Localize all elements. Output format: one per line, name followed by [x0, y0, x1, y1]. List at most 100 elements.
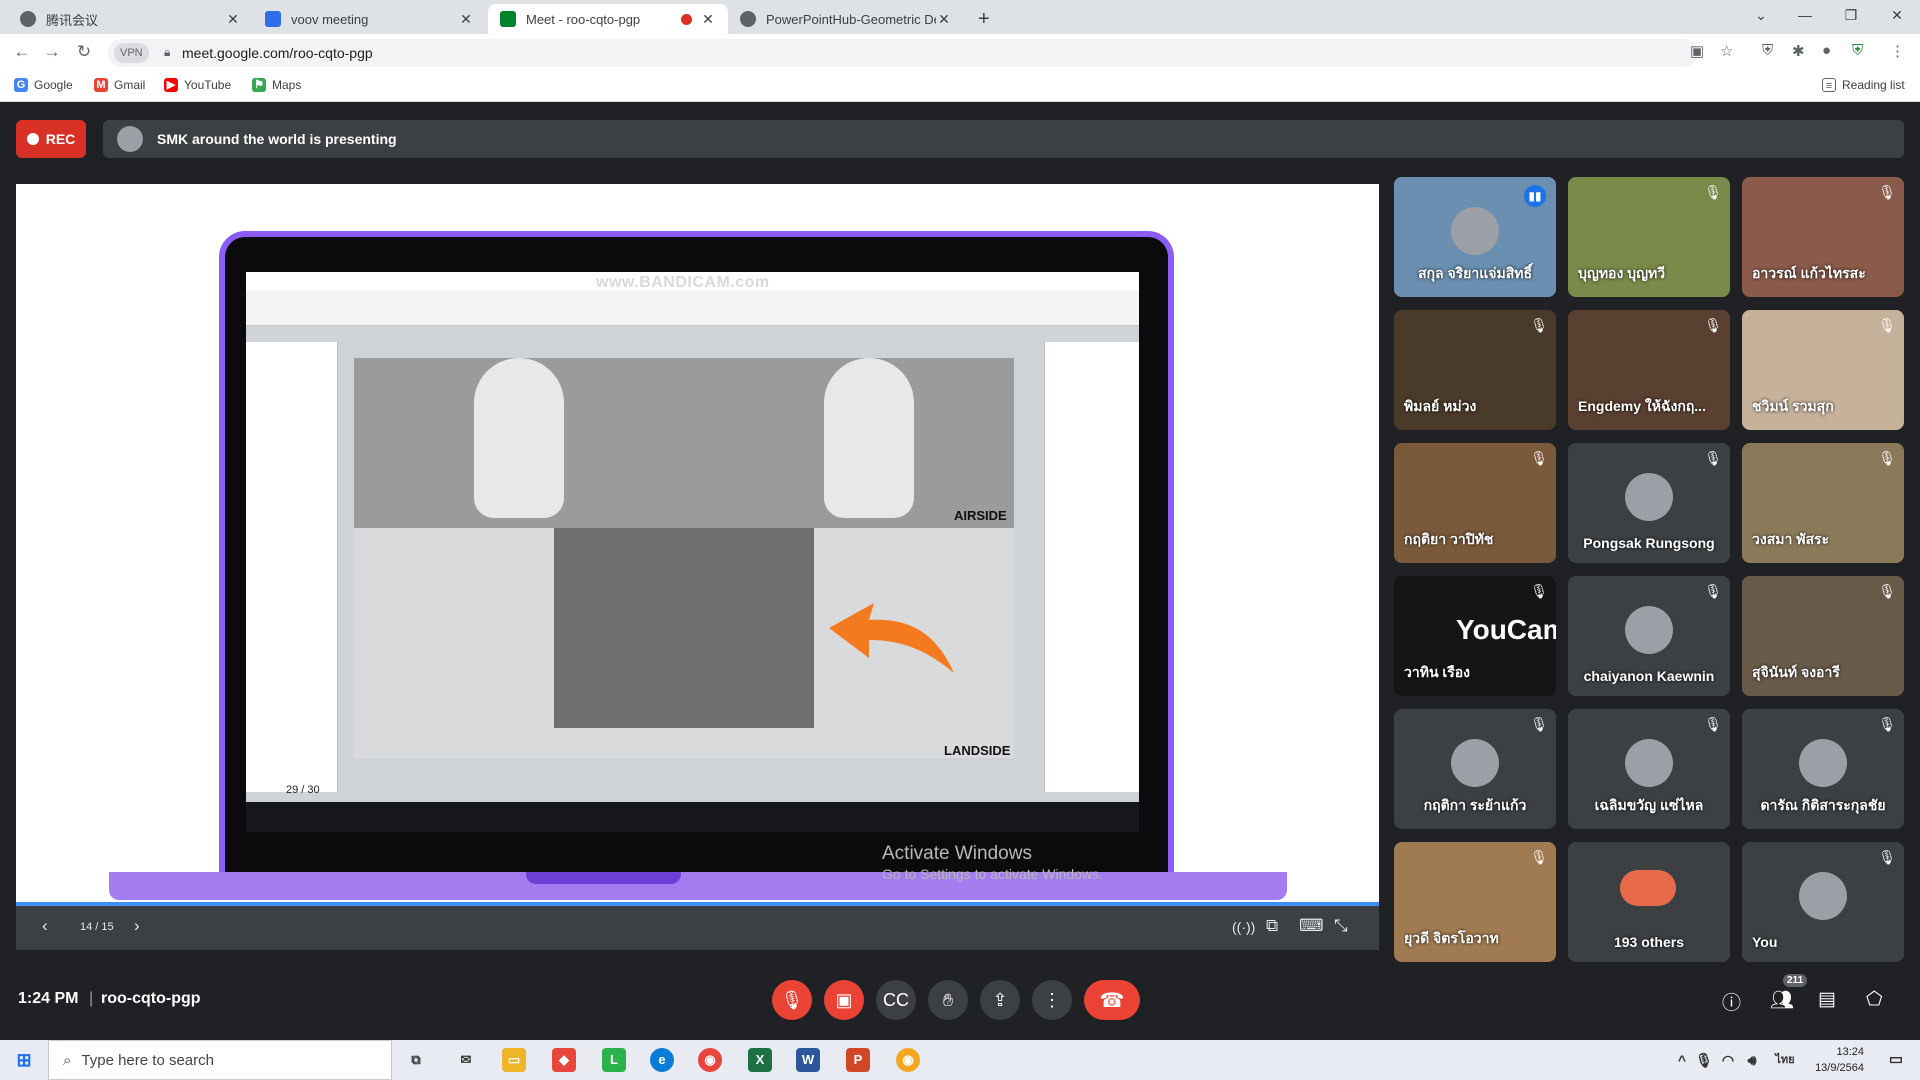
- plus-icon: +: [978, 7, 990, 30]
- captions-button[interactable]: CC: [876, 980, 916, 1020]
- activities-button[interactable]: ⬠: [1866, 988, 1883, 1011]
- more-options-button[interactable]: ⋮: [1032, 980, 1072, 1020]
- participant-tile[interactable]: 🎙︎ วงสมา พัสระ: [1742, 443, 1904, 563]
- taskbar-search[interactable]: ⌕ Type here to search: [48, 1040, 392, 1080]
- participant-name: อาวรณ์ แก้วไทรสะ: [1752, 265, 1866, 281]
- close-icon[interactable]: ✕: [225, 11, 241, 28]
- windows-start-icon[interactable]: ⊞: [12, 1048, 36, 1072]
- participant-name: Engdemy ให้ฉังกฤ...: [1578, 398, 1706, 414]
- bookmark-maps[interactable]: ⚑ Maps: [252, 78, 301, 92]
- vpn-badge[interactable]: VPN: [114, 43, 149, 63]
- restore-button[interactable]: ❐: [1828, 0, 1874, 30]
- participant-tile[interactable]: 🎙︎ Engdemy ให้ฉังกฤ...: [1568, 310, 1730, 430]
- powerpoint-icon[interactable]: P: [846, 1048, 870, 1072]
- bookmark-google[interactable]: G Google: [14, 78, 73, 92]
- participant-tile[interactable]: 🎙︎ ชวิมน์ รวมสุก: [1742, 310, 1904, 430]
- recording-indicator[interactable]: REC: [16, 120, 86, 158]
- record-dot-icon: [26, 133, 39, 145]
- forward-button[interactable]: →: [42, 42, 62, 62]
- camera-icon[interactable]: ▣: [1690, 42, 1704, 60]
- bookmark-gmail[interactable]: M Gmail: [94, 78, 145, 92]
- participant-tile[interactable]: 193 others: [1568, 842, 1730, 962]
- microphone-icon[interactable]: 🎙︎: [1692, 1048, 1716, 1072]
- close-icon[interactable]: ✕: [700, 11, 716, 28]
- mic-off-button[interactable]: 🎙︎: [772, 980, 812, 1020]
- participant-name: กฤติยา วาปิทัช: [1404, 531, 1494, 547]
- url-text[interactable]: meet.google.com/roo-cqto-pgp: [182, 45, 373, 61]
- task-view-icon[interactable]: ⧉: [404, 1048, 428, 1072]
- participant-tile[interactable]: 🎙︎ chaiyanon Kaewnin: [1568, 576, 1730, 696]
- back-button[interactable]: ←: [12, 42, 32, 62]
- minimize-button[interactable]: —: [1782, 0, 1828, 30]
- line-icon[interactable]: L: [602, 1048, 626, 1072]
- captions-icon[interactable]: ⌨: [1299, 916, 1324, 936]
- leave-call-button[interactable]: ☎︎: [1084, 980, 1140, 1020]
- audio-icon[interactable]: ((·)): [1232, 919, 1255, 935]
- participant-tile[interactable]: 🎙︎ พิมลย์ หม่วง: [1394, 310, 1556, 430]
- participant-tile[interactable]: 🎙︎ ดารัณ กิติสาระกุลชัย: [1742, 709, 1904, 829]
- bookmark-youtube[interactable]: ▶ YouTube: [164, 78, 231, 92]
- participant-tile[interactable]: 🎙︎ บุญทอง บุญทวี: [1568, 177, 1730, 297]
- exit-fullscreen-icon[interactable]: ⤡: [1334, 916, 1348, 936]
- sim-taskbar: [246, 802, 1139, 832]
- tab-powerpointhub[interactable]: PowerPointHub-Geometric Desig ✕: [728, 4, 964, 34]
- close-icon[interactable]: ✕: [936, 11, 952, 28]
- participant-tile[interactable]: ▮▮ สกุล จริยาแจ่มสิทธิ์: [1394, 177, 1556, 297]
- chrome-icon[interactable]: ◉: [698, 1048, 722, 1072]
- reload-button[interactable]: ↻: [74, 42, 94, 62]
- meeting-info-button[interactable]: ⓘ: [1722, 988, 1741, 1015]
- participant-tile[interactable]: 🎙︎ เฉลิมขวัญ แซ่ไหล: [1568, 709, 1730, 829]
- bookmark-star-icon[interactable]: ☆: [1720, 42, 1733, 60]
- edge-icon[interactable]: e: [650, 1048, 674, 1072]
- participant-tile[interactable]: 🎙︎ กฤติกา ระย้าแก้ว: [1394, 709, 1556, 829]
- presenting-banner: SMK around the world is presenting: [103, 120, 1904, 158]
- camera-off-button[interactable]: ▣: [824, 980, 864, 1020]
- close-window-button[interactable]: ✕: [1874, 0, 1920, 30]
- people-button[interactable]: 👥︎: [1770, 988, 1794, 1012]
- menu-dots-icon[interactable]: ⋮: [1890, 42, 1905, 60]
- profile-icon[interactable]: ●: [1822, 42, 1831, 59]
- tray-chevron-icon[interactable]: ^: [1670, 1048, 1694, 1072]
- participant-tile[interactable]: 🎙︎ ยุวดี จิตรโอวาท: [1394, 842, 1556, 962]
- puzzle-icon[interactable]: ✱: [1792, 42, 1805, 60]
- mail-icon[interactable]: ✉: [454, 1048, 478, 1072]
- excel-icon[interactable]: X: [748, 1048, 772, 1072]
- file-explorer-icon[interactable]: ▭: [502, 1048, 526, 1072]
- chrome-canary-icon[interactable]: ◉: [896, 1048, 920, 1072]
- avatar: [1799, 872, 1847, 920]
- participant-tile[interactable]: YouCam 🎙︎ วาทิน เรือง: [1394, 576, 1556, 696]
- tab-voov[interactable]: voov meeting ✕: [253, 4, 486, 34]
- chat-button[interactable]: ▤: [1818, 988, 1836, 1011]
- vpn-shield-icon[interactable]: ⛨: [1852, 42, 1863, 59]
- tab-tencent[interactable]: 腾讯会议 ✕: [8, 4, 253, 34]
- tab-search-button[interactable]: ⌄: [1738, 0, 1784, 30]
- next-slide-button[interactable]: ›: [134, 916, 140, 936]
- meeting-time: 1:24 PM: [18, 990, 79, 1007]
- new-tab-button[interactable]: +: [966, 4, 1006, 34]
- participant-tile[interactable]: 🎙︎ Pongsak Rungsong: [1568, 443, 1730, 563]
- tab-meet[interactable]: Meet - roo-cqto-pgp ✕: [488, 4, 728, 34]
- captions-icon: CC: [883, 989, 909, 1010]
- close-icon[interactable]: ✕: [458, 11, 474, 28]
- extension-shield-icon[interactable]: ⛨: [1762, 42, 1773, 59]
- input-language[interactable]: ไทย: [1770, 1048, 1800, 1072]
- notification-icon[interactable]: ▭: [1884, 1048, 1908, 1072]
- people-icon: 👥︎: [1770, 990, 1795, 1011]
- participant-tile[interactable]: 🎙︎ กฤติยา วาปิทัช: [1394, 443, 1556, 563]
- omnibox[interactable]: VPN 🔒︎ meet.google.com/roo-cqto-pgp: [108, 39, 1698, 67]
- lock-icon[interactable]: 🔒︎: [164, 45, 170, 60]
- prev-slide-button[interactable]: ‹: [42, 916, 48, 936]
- windows-taskbar: ⊞ ⌕ Type here to search ⧉ ✉ ▭ ◆ L e ◉ X …: [0, 1040, 1920, 1080]
- pip-icon[interactable]: ⧉: [1266, 916, 1278, 936]
- participant-tile[interactable]: 🎙︎ อาวรณ์ แก้วไทรสะ: [1742, 177, 1904, 297]
- word-icon[interactable]: W: [796, 1048, 820, 1072]
- participant-tile[interactable]: 🎙︎ สุจินันท์ จงอารี: [1742, 576, 1904, 696]
- raise-hand-button[interactable]: ✋︎: [928, 980, 968, 1020]
- participant-tile[interactable]: 🎙︎ You: [1742, 842, 1904, 962]
- app-red-icon[interactable]: ◆: [552, 1048, 576, 1072]
- taskbar-clock[interactable]: 13:24 13/9/2564: [1815, 1044, 1864, 1076]
- reading-list[interactable]: ≡ Reading list: [1822, 78, 1905, 92]
- wifi-icon[interactable]: ◠: [1716, 1048, 1740, 1072]
- present-button[interactable]: ⇪: [980, 980, 1020, 1020]
- volume-icon[interactable]: 🔊︎: [1740, 1048, 1764, 1072]
